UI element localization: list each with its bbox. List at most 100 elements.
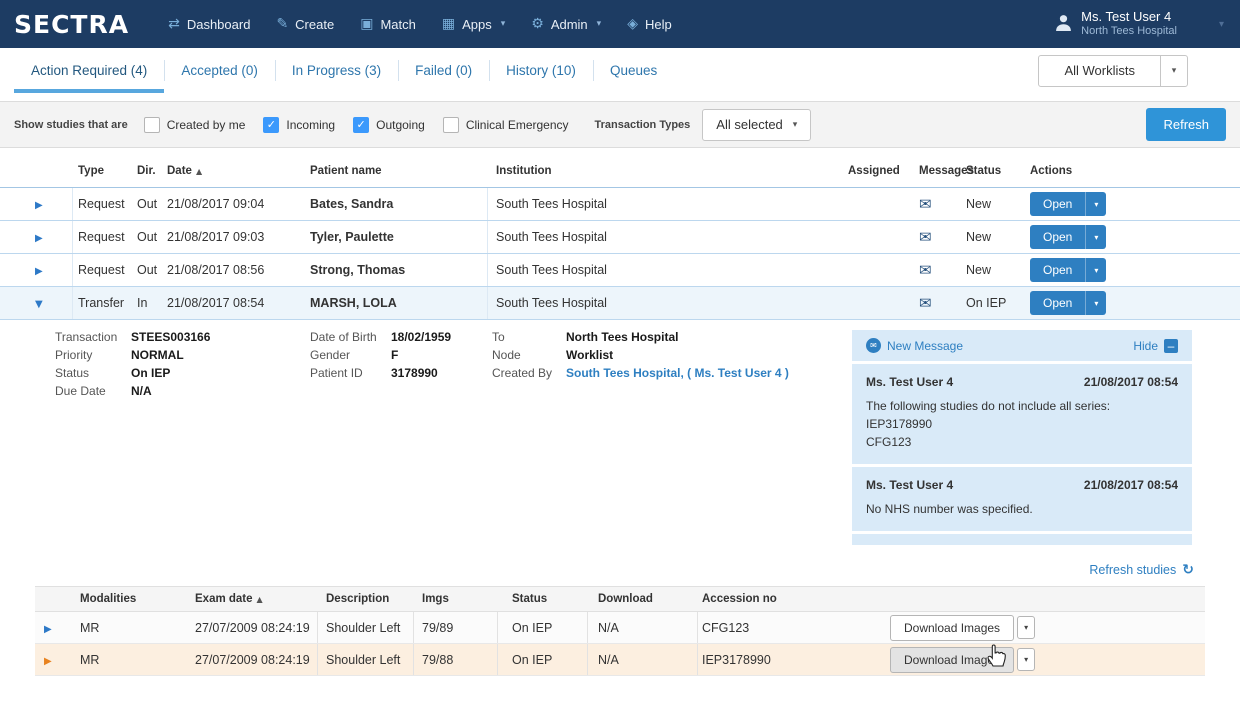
nav-item-admin[interactable]: ⚙ Admin ▾ [518, 11, 614, 38]
header-exam-date[interactable]: Exam date▲ [195, 593, 317, 605]
transaction-row-marsh-expanded[interactable]: ▼ Transfer In 21/08/2017 08:54 MARSH, LO… [0, 287, 1240, 320]
open-button[interactable]: Open▾ [1030, 291, 1106, 315]
nav-item-match[interactable]: ▣ Match [347, 11, 429, 38]
tab-bar: Action Required (4) Accepted (0) In Prog… [0, 48, 1240, 93]
tab-history[interactable]: History (10) [489, 48, 593, 93]
tab-action-required[interactable]: Action Required (4) [14, 48, 164, 93]
field-label: Priority [55, 346, 131, 364]
header-status[interactable]: Status [497, 587, 587, 611]
header-dir[interactable]: Dir. [137, 165, 167, 177]
tab-label: Failed (0) [415, 63, 472, 78]
download-images-button[interactable]: Download Images [890, 647, 1014, 673]
header-assigned[interactable]: Assigned [845, 165, 908, 177]
envelope-icon[interactable]: ✉ [919, 261, 932, 279]
header-status[interactable]: Status [962, 165, 1028, 177]
cell-date: 21/08/2017 09:04 [167, 197, 307, 211]
checkbox-outgoing[interactable]: ✓ Outgoing [353, 117, 425, 133]
transaction-row-bates[interactable]: ▶ Request Out 21/08/2017 09:04 Bates, Sa… [0, 188, 1240, 221]
header-download[interactable]: Download [587, 587, 697, 611]
transaction-types-dropdown[interactable]: All selected ▾ [702, 109, 811, 141]
tab-label: In Progress (3) [292, 63, 381, 78]
expand-icon[interactable]: ▶ [35, 200, 43, 211]
study-row-cfg123[interactable]: ▶ MR 27/07/2009 08:24:19 Shoulder Left 7… [35, 612, 1205, 644]
hide-label: Hide [1133, 339, 1158, 353]
chevron-down-icon[interactable]: ▾ [1085, 291, 1106, 315]
header-messages[interactable]: Messages [908, 165, 962, 177]
created-by-link[interactable]: South Tees Hospital, ( Ms. Test User 4 ) [566, 364, 789, 382]
expand-icon[interactable]: ▶ [35, 233, 43, 244]
message-time: 21/08/2017 08:54 [1084, 478, 1178, 492]
cell-download: N/A [587, 644, 697, 675]
chevron-down-icon[interactable]: ▾ [1160, 56, 1187, 86]
cell-patient-name: Bates, Sandra [307, 197, 487, 211]
study-row-iep3178990[interactable]: ▶ MR 27/07/2009 08:24:19 Shoulder Left 7… [35, 644, 1205, 676]
tab-in-progress[interactable]: In Progress (3) [275, 48, 398, 93]
download-chevron-down-icon[interactable]: ▾ [1017, 616, 1035, 639]
tab-accepted[interactable]: Accepted (0) [164, 48, 275, 93]
chevron-down-icon[interactable]: ▾ [1085, 258, 1106, 282]
nav-item-create[interactable]: ✎ Create [263, 11, 347, 38]
download-images-button[interactable]: Download Images [890, 615, 1014, 641]
chevron-down-icon[interactable]: ▾ [1085, 192, 1106, 216]
checkbox-incoming[interactable]: ✓ Incoming [263, 117, 335, 133]
user-menu[interactable]: Ms. Test User 4 North Tees Hospital [1054, 9, 1177, 39]
field-label: Node [492, 346, 566, 364]
expand-icon[interactable]: ▶ [44, 656, 52, 667]
header-imgs[interactable]: Imgs [413, 587, 497, 611]
field-label: Due Date [55, 382, 131, 400]
expand-icon[interactable]: ▶ [35, 266, 43, 277]
header-institution[interactable]: Institution [487, 154, 845, 187]
expand-icon[interactable]: ▶ [44, 624, 52, 635]
tab-queues[interactable]: Queues [593, 48, 674, 93]
cell-institution: South Tees Hospital [487, 287, 845, 319]
envelope-icon[interactable]: ✉ [919, 228, 932, 246]
open-button[interactable]: Open▾ [1030, 258, 1106, 282]
main-nav: ⇄ Dashboard ✎ Create ▣ Match ▦ Apps ▾ ⚙ … [155, 11, 685, 38]
nav-item-dashboard[interactable]: ⇄ Dashboard [155, 11, 263, 38]
cell-patient-name: Tyler, Paulette [307, 230, 487, 244]
cell-status: New [962, 230, 1028, 244]
worklists-dropdown[interactable]: All Worklists ▾ [1038, 55, 1188, 87]
envelope-icon[interactable]: ✉ [919, 195, 932, 213]
nav-item-apps[interactable]: ▦ Apps ▾ [429, 11, 518, 38]
collapse-icon[interactable]: ▼ [35, 299, 43, 310]
help-icon: ◈ [627, 17, 638, 31]
navbar-chevron-down-icon[interactable]: ▾ [1219, 19, 1224, 30]
field-value-gender: F [391, 346, 398, 364]
checkbox-created-by-me[interactable]: Created by me [144, 117, 246, 133]
open-button[interactable]: Open▾ [1030, 192, 1106, 216]
header-type[interactable]: Type [72, 154, 137, 187]
field-label: Patient ID [310, 364, 391, 382]
download-chevron-down-icon[interactable]: ▾ [1017, 648, 1035, 671]
nav-label-create: Create [295, 17, 334, 32]
tab-label: Accepted (0) [181, 63, 258, 78]
refresh-studies-link[interactable]: Refresh studies ↻ [1089, 562, 1194, 578]
checkbox-box-unchecked[interactable] [144, 117, 160, 133]
new-message-link[interactable]: ✉ New Message [866, 338, 963, 353]
chevron-down-icon[interactable]: ▾ [1085, 225, 1106, 249]
refresh-button[interactable]: Refresh [1146, 108, 1226, 141]
cell-status: New [962, 197, 1028, 211]
checkbox-label: Clinical Emergency [466, 118, 569, 132]
header-accession-no[interactable]: Accession no [697, 587, 835, 611]
transaction-row-tyler[interactable]: ▶ Request Out 21/08/2017 09:03 Tyler, Pa… [0, 221, 1240, 254]
nav-label-dashboard: Dashboard [187, 17, 251, 32]
envelope-icon[interactable]: ✉ [919, 294, 932, 312]
nav-item-help[interactable]: ◈ Help [614, 11, 685, 38]
message-sender: Ms. Test User 4 [866, 375, 953, 389]
match-icon: ▣ [360, 17, 373, 31]
checkbox-box-checked[interactable]: ✓ [263, 117, 279, 133]
checkbox-box-checked[interactable]: ✓ [353, 117, 369, 133]
header-date[interactable]: Date▲ [167, 165, 307, 177]
open-button[interactable]: Open▾ [1030, 225, 1106, 249]
checkbox-clinical-emergency[interactable]: Clinical Emergency [443, 117, 569, 133]
header-patient-name[interactable]: Patient name [307, 165, 487, 177]
hide-messages-link[interactable]: Hide – [1133, 339, 1178, 353]
open-button-label: Open [1030, 258, 1085, 282]
tab-failed[interactable]: Failed (0) [398, 48, 489, 93]
cell-type: Request [72, 188, 137, 220]
checkbox-box-unchecked[interactable] [443, 117, 459, 133]
transaction-row-strong[interactable]: ▶ Request Out 21/08/2017 08:56 Strong, T… [0, 254, 1240, 287]
header-description[interactable]: Description [317, 587, 413, 611]
header-modalities[interactable]: Modalities [78, 593, 195, 605]
